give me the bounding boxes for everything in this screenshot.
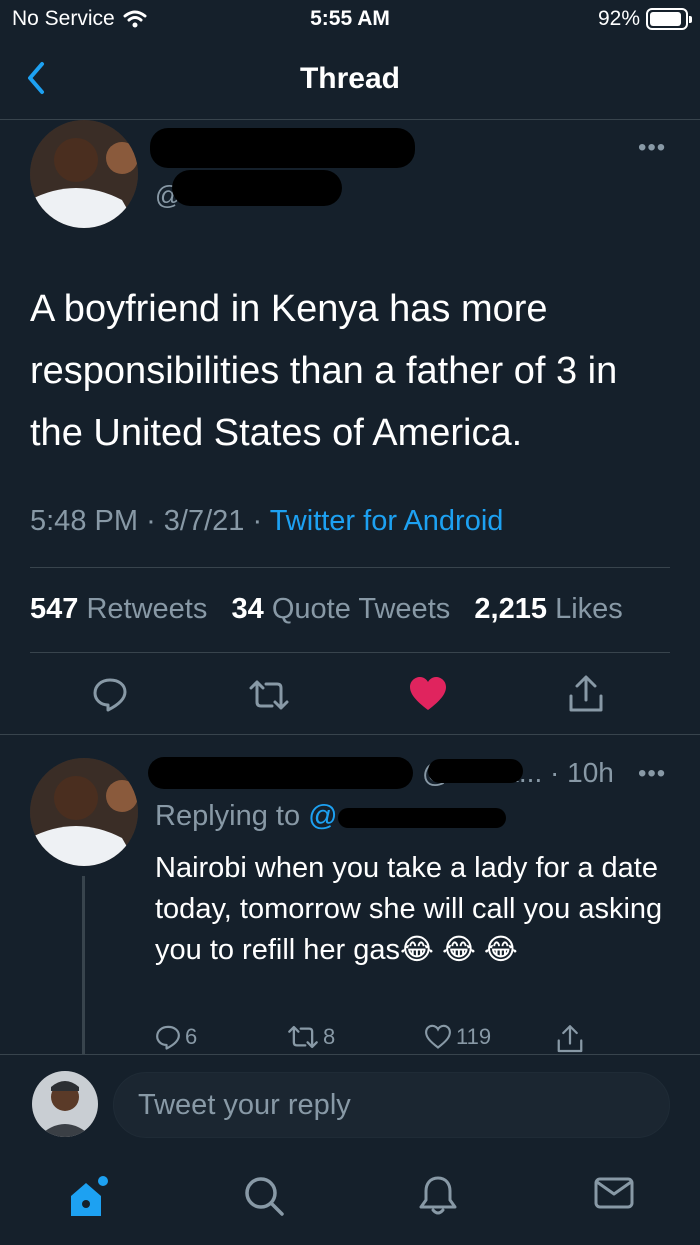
like-heart-icon[interactable] [408,676,448,712]
redacted-handle [428,759,523,783]
tweet-source-link[interactable]: Twitter for Android [270,505,504,537]
tab-bar [0,1154,700,1245]
nav-bar: Thread [0,40,700,120]
tweet-text: A boyfriend in Kenya has more responsibi… [30,288,618,454]
retweets-stat[interactable]: 547 Retweets [30,593,207,625]
more-options-icon[interactable]: ••• [638,134,666,162]
reply-like-action[interactable]: 119 [424,1024,491,1050]
reply-icon[interactable] [92,676,128,712]
laughing-emoji: 😂 [400,934,434,966]
quotes-count: 34 [231,593,264,625]
messages-icon[interactable] [593,1174,635,1212]
redacted-name [148,757,413,789]
more-options-icon[interactable]: ••• [638,760,666,788]
heart-outline-icon [425,1024,451,1049]
quotes-stat[interactable]: 34 Quote Tweets [232,593,451,625]
redacted-name [150,128,415,168]
tweet-time: 5:48 PM [30,505,138,537]
status-bar: No Service 5:55 AM 92% [0,0,700,40]
reply-reply-action[interactable]: 6 [155,1024,197,1050]
meta-separator: · [252,505,270,537]
meta-separator: · [550,757,568,788]
search-icon[interactable] [242,1174,286,1218]
reply-retweet-action[interactable]: 8 [287,1024,335,1050]
divider [0,734,700,735]
divider [30,652,670,653]
reply-icon [156,1025,180,1050]
meta-separator: · [146,505,164,537]
retweet-icon[interactable] [248,678,290,712]
battery-percent: 92% [597,7,640,30]
battery-icon [646,8,692,30]
retweets-label: Retweets [86,593,208,625]
thread-line [82,876,85,1054]
home-icon[interactable] [66,1174,112,1220]
tweet-meta: 5:48 PM · 3/7/21 · Twitter for Android [30,505,503,538]
clock: 5:55 AM [310,7,390,30]
laughing-emoji: 😂 [483,934,518,966]
replying-to-link[interactable]: @ [308,800,337,832]
reply-age: 10h [567,757,614,788]
likes-label: Likes [555,593,623,625]
divider [30,567,670,568]
reply-composer: Tweet your reply [0,1054,700,1154]
likes-stat[interactable]: 2,215 Likes [474,593,622,625]
page-title: Thread [299,62,401,95]
like-count: 119 [456,1024,492,1049]
quotes-label: Quote Tweets [271,593,451,625]
engagement-stats: 547 Retweets 34 Quote Tweets 2,215 Likes [30,593,623,626]
author-avatar[interactable] [30,120,138,228]
redacted-mention [338,808,506,828]
reply-input[interactable]: Tweet your reply [113,1072,670,1138]
laughing-emoji: 😂 [441,934,476,966]
share-icon[interactable] [568,674,604,714]
notifications-icon[interactable] [417,1174,459,1218]
reply-text: Nairobi when you take a lady for a date … [155,848,675,971]
battery: 92% [597,7,692,31]
retweets-count: 547 [30,593,79,625]
replying-to: Replying to @ [155,800,338,833]
redacted-handle [172,170,342,206]
replying-label: Replying to [155,800,301,832]
retweet-count: 8 [323,1024,336,1049]
reply-count: 6 [185,1024,198,1049]
reply-author-avatar[interactable] [30,758,138,866]
share-icon[interactable] [556,1024,584,1054]
my-avatar[interactable] [32,1071,98,1137]
tweet-date: 3/7/21 [163,505,245,537]
retweet-icon [288,1025,318,1049]
likes-count: 2,215 [474,593,547,625]
